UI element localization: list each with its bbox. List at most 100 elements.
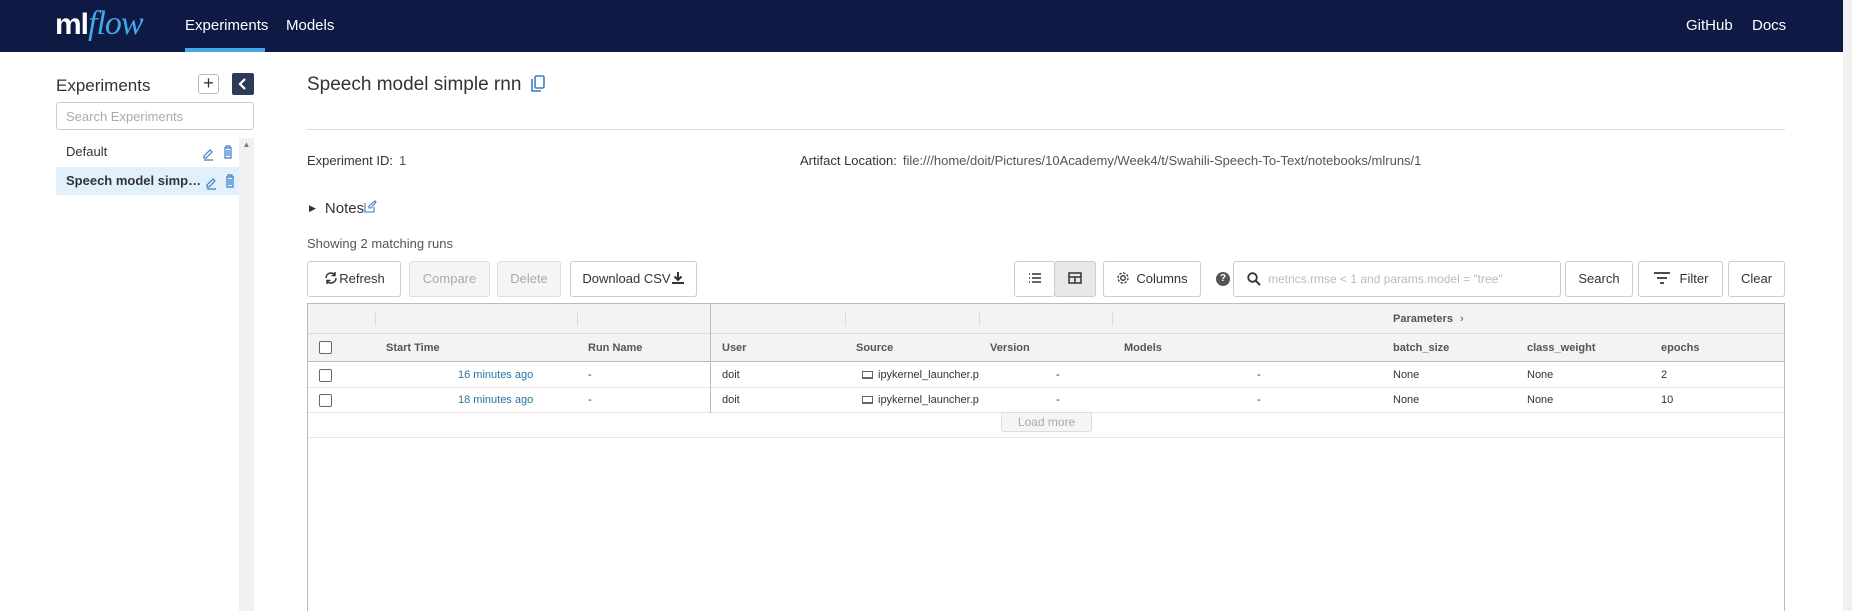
search-icon [1247,272,1261,286]
help-icon[interactable]: ? [1216,272,1230,286]
version-cell: - [1056,369,1060,381]
experiment-list: Default Speech model simple rnn [56,138,239,611]
logo-ml-text: ml [55,8,89,41]
laptop-icon [862,371,873,379]
col-header-batch-size[interactable]: batch_size [1393,334,1449,362]
experiment-item-label: Speech model simple rnn [66,173,203,188]
search-experiments-input[interactable] [56,102,254,130]
experiment-item-default[interactable]: Default [56,138,239,166]
chevron-left-icon [238,78,246,90]
col-header-source[interactable]: Source [856,334,893,362]
experiment-id-label: Experiment ID: [307,153,393,168]
user-cell: doit [722,369,740,381]
column-header-row: Start Time Run Name User Source Version … [308,334,1784,362]
col-header-user[interactable]: User [722,334,746,362]
copy-icon[interactable] [530,74,546,94]
models-cell: - [1257,394,1261,406]
models-cell: - [1257,369,1261,381]
filter-icon [1653,272,1670,284]
start-time-link[interactable]: 16 minutes ago [458,363,533,388]
delete-icon[interactable] [223,167,237,195]
col-header-version[interactable]: Version [990,334,1030,362]
select-all-checkbox[interactable] [319,341,332,354]
parameters-label: Parameters [1393,313,1453,325]
table-icon [1068,272,1082,284]
edit-notes-icon[interactable] [364,200,377,216]
col-header-models[interactable]: Models [1124,334,1162,362]
class-weight-cell: None [1527,394,1554,406]
compare-button[interactable]: Compare [409,261,490,297]
group-header-row: Parameters › [308,304,1784,334]
chevron-right-icon: › [1460,313,1464,325]
col-header-class-weight[interactable]: class_weight [1527,334,1595,362]
filter-label: Filter [1679,271,1709,286]
parameters-group-header[interactable]: Parameters › [1393,304,1464,334]
notes-toggle[interactable]: ▶ Notes [309,200,377,217]
search-button[interactable]: Search [1565,261,1633,297]
sidebar-scrollbar[interactable]: ▲ [239,138,254,611]
matching-runs-count: Showing 2 matching runs [307,236,453,251]
source-cell[interactable]: ipykernel_launcher.p [862,363,979,388]
gear-icon [1117,272,1129,284]
page-scrollbar[interactable] [1843,0,1852,611]
col-divider [845,312,846,326]
nav-link-github[interactable]: GitHub [1686,0,1733,52]
scroll-up-icon[interactable]: ▲ [239,138,254,152]
pinned-divider [710,334,711,362]
experiment-item-speech-model[interactable]: Speech model simple rnn [56,167,239,195]
source-cell[interactable]: ipykernel_launcher.p [862,388,979,413]
class-weight-cell: None [1527,369,1554,381]
row-checkbox[interactable] [319,369,332,382]
col-header-start-time[interactable]: Start Time [386,334,440,362]
row-checkbox[interactable] [319,394,332,407]
pinned-divider [710,304,711,334]
artifact-location-label: Artifact Location: [800,153,897,168]
mlflow-logo[interactable]: ml flow [55,5,144,45]
delete-icon[interactable] [221,138,235,166]
logo-flow-text: flow [88,5,144,42]
refresh-button[interactable]: Refresh [307,261,401,297]
user-cell: doit [722,394,740,406]
runs-search-box [1233,261,1561,297]
table-view-toggle[interactable] [1054,261,1096,297]
col-divider [577,312,578,326]
batch-size-cell: None [1393,369,1420,381]
clear-button[interactable]: Clear [1728,261,1785,297]
collapse-sidebar-button[interactable] [232,73,254,95]
col-divider [979,312,980,326]
experiment-item-label: Default [66,144,108,159]
caret-right-icon: ▶ [309,203,316,213]
laptop-icon [862,396,873,404]
col-header-epochs[interactable]: epochs [1661,334,1700,362]
edit-icon[interactable] [201,138,215,166]
col-divider [375,312,376,326]
download-csv-button[interactable]: Download CSV [570,261,697,297]
edit-icon[interactable] [204,167,218,195]
col-header-run-name[interactable]: Run Name [588,334,642,362]
columns-button[interactable]: Columns [1103,261,1201,297]
nav-tab-models[interactable]: Models [286,0,334,52]
load-more-button[interactable]: Load more [1001,412,1092,432]
table-row: 18 minutes ago - doit ipykernel_launcher… [308,388,1784,413]
filter-button[interactable]: Filter [1638,261,1723,297]
experiment-title: Speech model simple rnn [307,74,522,95]
refresh-icon [325,272,337,284]
add-experiment-button[interactable]: + [198,74,219,94]
sidebar-title: Experiments [56,76,151,95]
nav-tab-experiments[interactable]: Experiments [185,0,268,52]
artifact-location-value: file:///home/doit/Pictures/10Academy/Wee… [902,153,1422,168]
pinned-divider [710,388,711,413]
epochs-cell: 10 [1661,394,1674,406]
runs-table: Parameters › Start Time Run Name User So… [307,303,1785,611]
nav-link-docs[interactable]: Docs [1752,0,1786,52]
columns-label: Columns [1136,271,1188,286]
experiment-id-value: 1 [398,153,407,168]
run-name-cell: - [588,369,592,381]
delete-runs-button[interactable]: Delete [497,261,561,297]
source-label: ipykernel_launcher.p [878,394,979,406]
list-view-toggle[interactable] [1014,261,1055,297]
runs-search-input[interactable] [1268,268,1553,290]
artifact-location: Artifact Location: file:///home/doit/Pict… [800,153,1421,168]
batch-size-cell: None [1393,394,1420,406]
start-time-link[interactable]: 18 minutes ago [458,388,533,413]
